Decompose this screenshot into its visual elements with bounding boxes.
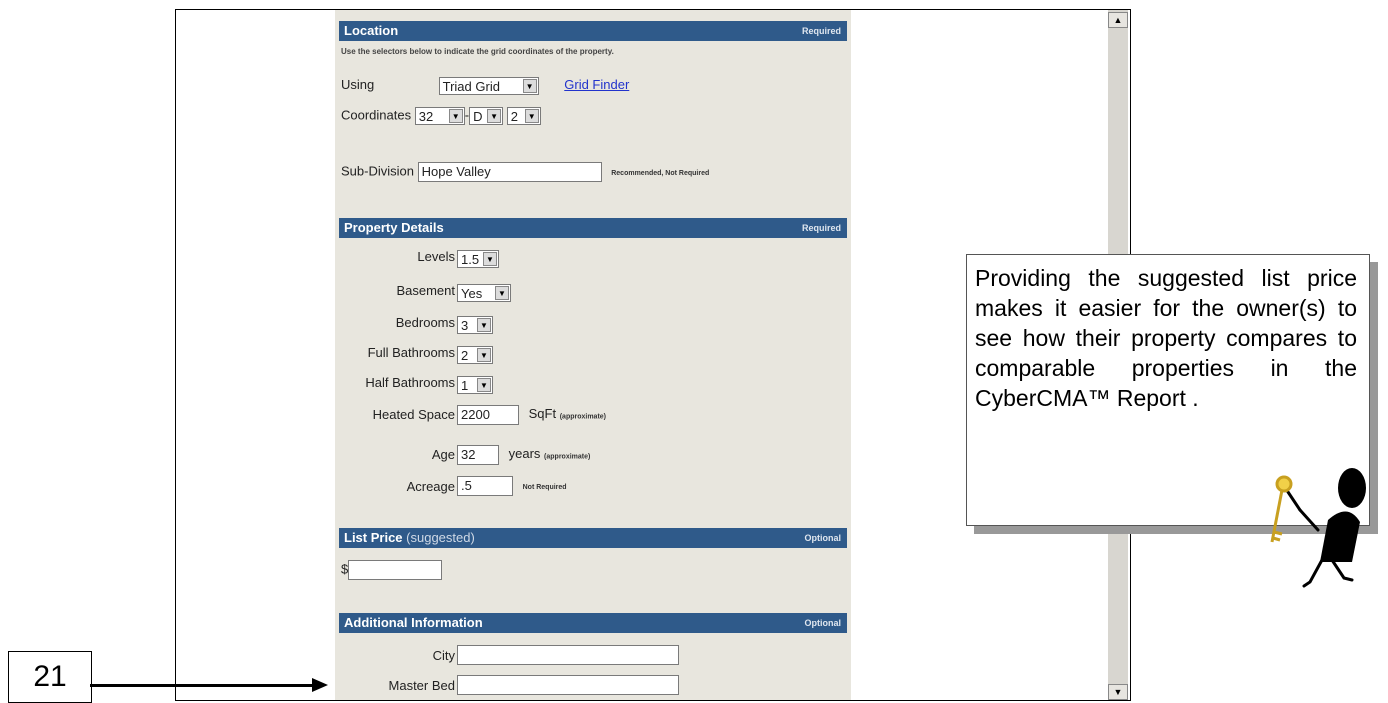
using-label: Using — [341, 77, 375, 93]
city-input[interactable] — [457, 645, 679, 665]
chevron-down-icon: ▼ — [522, 79, 537, 93]
coordinate-quadrant-value: 2 — [510, 109, 518, 124]
property-details-title: Property Details — [344, 220, 444, 235]
list-price-title: List Price — [344, 530, 403, 545]
master-bed-input[interactable] — [457, 675, 679, 695]
heated-space-unit: SqFt — [528, 406, 557, 422]
chevron-down-icon: ▼ — [477, 378, 491, 392]
full-bathrooms-select[interactable]: 2 ▼ — [457, 346, 493, 364]
list-price-subtitle: (suggested) — [406, 530, 475, 545]
additional-info-optional-tag: Optional — [804, 618, 842, 628]
coordinates-label: Coordinates — [341, 107, 412, 123]
list-price-optional-tag: Optional — [804, 533, 842, 543]
chevron-down-icon: ▼ — [477, 318, 491, 332]
chevron-down-icon: ▼ — [495, 286, 509, 300]
half-bathrooms-label: Half Bathrooms — [365, 375, 455, 390]
age-hint: (approximate) — [544, 453, 591, 461]
half-bathrooms-value: 1 — [461, 378, 469, 393]
scroll-up-icon[interactable]: ▲ — [1108, 12, 1128, 28]
additional-info-header: Additional Information Optional — [339, 613, 847, 633]
subdivision-input[interactable]: Hope Valley — [417, 162, 602, 182]
basement-value: Yes — [461, 286, 483, 301]
chevron-down-icon: ▼ — [487, 109, 502, 123]
stick-figure-key-icon — [1270, 468, 1366, 588]
step-number-box: 21 — [8, 651, 92, 703]
levels-select[interactable]: 1.5 ▼ — [457, 250, 499, 268]
acreage-label: Acreage — [406, 479, 455, 494]
levels-label: Levels — [417, 249, 455, 264]
coordinate-letter-value: D — [473, 109, 483, 124]
additional-info-title: Additional Information — [344, 615, 483, 630]
subdivision-label: Sub-Division — [341, 163, 414, 179]
heated-space-input[interactable]: 2200 — [457, 405, 519, 425]
basement-select[interactable]: Yes ▼ — [457, 284, 511, 302]
subdivision-hint: Recommended, Not Required — [611, 170, 710, 178]
heated-space-hint: (approximate) — [559, 413, 607, 421]
acreage-input[interactable]: .5 — [457, 476, 513, 496]
property-details-header: Property Details Required — [339, 218, 847, 238]
half-bathrooms-select[interactable]: 1 ▼ — [457, 376, 493, 394]
list-price-header: List Price (suggested) Optional — [339, 528, 847, 548]
list-price-input[interactable] — [348, 560, 443, 580]
bedrooms-value: 3 — [461, 318, 469, 333]
age-input[interactable]: 32 — [457, 445, 499, 465]
city-label: City — [432, 648, 455, 663]
chevron-down-icon: ▼ — [483, 252, 497, 266]
location-instructions: Use the selectors below to indicate the … — [341, 47, 614, 56]
master-bed-label: Master Bed — [388, 678, 455, 693]
bedrooms-select[interactable]: 3 ▼ — [457, 316, 493, 334]
property-details-required-tag: Required — [801, 223, 841, 233]
coordinate-quadrant-select[interactable]: 2 ▼ — [506, 107, 541, 125]
coordinate-number-value: 32 — [418, 109, 434, 124]
coordinate-number-select[interactable]: 32 ▼ — [414, 107, 465, 125]
pointer-arrow-head-icon — [312, 678, 328, 692]
chevron-down-icon: ▼ — [524, 109, 539, 123]
tip-callout-text: Providing the suggested list price makes… — [975, 265, 1357, 411]
location-header: Location Required — [339, 21, 847, 41]
grid-finder-link[interactable]: Grid Finder — [564, 77, 629, 92]
chevron-down-icon: ▼ — [448, 109, 463, 123]
full-bathrooms-label: Full Bathrooms — [367, 345, 455, 360]
full-bathrooms-value: 2 — [461, 348, 469, 363]
heated-space-label: Heated Space — [372, 407, 455, 422]
scroll-down-icon[interactable]: ▼ — [1108, 684, 1128, 700]
currency-symbol: $ — [341, 561, 349, 577]
basement-label: Basement — [396, 283, 455, 298]
age-label: Age — [431, 447, 455, 462]
chevron-down-icon: ▼ — [477, 348, 491, 362]
grid-type-select[interactable]: Triad Grid ▼ — [438, 77, 539, 95]
location-title: Location — [344, 23, 399, 38]
location-required-tag: Required — [801, 26, 841, 36]
acreage-hint: Not Required — [522, 484, 567, 492]
levels-value: 1.5 — [461, 252, 480, 267]
age-unit: years — [508, 446, 541, 462]
grid-type-value: Triad Grid — [442, 79, 500, 94]
bedrooms-label: Bedrooms — [395, 315, 455, 330]
coordinate-letter-select[interactable]: D ▼ — [469, 107, 504, 125]
